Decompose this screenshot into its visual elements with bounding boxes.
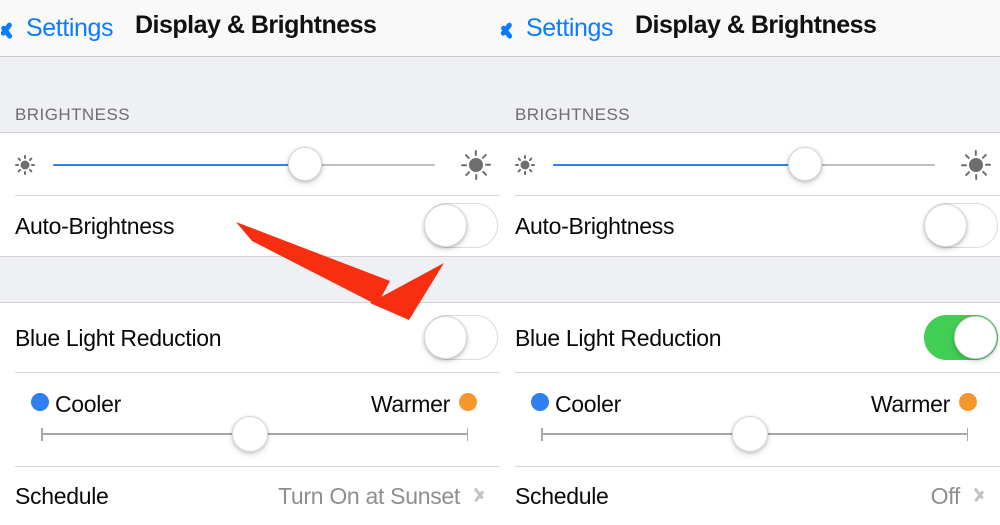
blue-light-reduction-label: Blue Light Reduction — [515, 325, 722, 351]
brightness-slider-fill — [553, 164, 806, 166]
track-end-cap-left — [41, 427, 43, 441]
schedule-row[interactable]: Schedule Off — [500, 467, 1000, 525]
brightness-slider[interactable] — [0, 133, 500, 196]
brightness-slider-thumb[interactable] — [788, 147, 823, 181]
back-button-label: Settings — [526, 13, 614, 42]
page-title: Display & Brightness — [635, 11, 877, 39]
schedule-row[interactable]: Schedule Turn On at Sunset — [0, 467, 500, 525]
auto-brightness-label: Auto-Brightness — [15, 213, 175, 239]
track-end-cap-right — [966, 427, 968, 441]
color-temperature-slider-thumb[interactable] — [732, 416, 769, 452]
auto-brightness-toggle[interactable] — [424, 203, 498, 248]
blue-light-reduction-toggle[interactable] — [924, 315, 998, 360]
toggle-knob — [424, 316, 467, 359]
sun-small-icon — [512, 152, 538, 178]
schedule-label: Schedule — [15, 483, 109, 509]
auto-brightness-label: Auto-Brightness — [515, 213, 675, 239]
auto-brightness-row[interactable]: Auto-Brightness — [500, 196, 1000, 256]
toggle-knob — [424, 204, 467, 247]
auto-brightness-row[interactable]: Auto-Brightness — [0, 196, 500, 256]
brightness-slider-fill — [53, 164, 306, 166]
schedule-value: Turn On at Sunset — [278, 483, 460, 509]
blue-light-reduction-label: Blue Light Reduction — [15, 325, 222, 351]
cooler-label: Cooler — [55, 391, 121, 417]
auto-brightness-toggle[interactable] — [924, 203, 998, 248]
warmer-label: Warmer — [870, 391, 950, 417]
settings-panel-left: Settings Display & Brightness BRIGHTNESS — [0, 0, 500, 525]
section-gap — [500, 256, 1000, 303]
blue-light-reduction-row[interactable]: Blue Light Reduction — [0, 303, 500, 373]
section-header-brightness: BRIGHTNESS — [515, 105, 631, 124]
cooler-dot-icon — [31, 393, 49, 411]
color-temperature-row: Cooler Warmer — [500, 373, 1000, 467]
warmer-dot-icon — [959, 393, 977, 411]
back-button-label: Settings — [26, 13, 114, 42]
screenshot-root: Settings Display & Brightness BRIGHTNESS — [0, 0, 1000, 525]
schedule-value: Off — [930, 483, 961, 509]
schedule-label: Schedule — [515, 483, 609, 509]
brightness-slider-track[interactable] — [53, 164, 435, 166]
section-header-brightness: BRIGHTNESS — [15, 105, 131, 124]
brightness-slider-row — [500, 133, 1000, 196]
brightness-section-header-area: BRIGHTNESS — [0, 57, 500, 133]
brightness-slider-thumb[interactable] — [288, 147, 323, 181]
chevron-left-icon — [508, 15, 523, 41]
chevron-right-icon — [974, 483, 986, 505]
color-temperature-row: Cooler Warmer — [0, 373, 500, 467]
toggle-knob — [954, 316, 997, 359]
brightness-slider-track[interactable] — [553, 164, 935, 166]
warmer-label: Warmer — [370, 391, 450, 417]
sun-small-icon — [12, 152, 38, 178]
track-end-cap-right — [466, 427, 468, 441]
warmer-dot-icon — [459, 393, 477, 411]
temperature-legend: Cooler Warmer — [0, 391, 500, 417]
page-title: Display & Brightness — [135, 11, 377, 39]
chevron-right-icon — [474, 483, 486, 505]
cooler-label: Cooler — [555, 391, 621, 417]
blue-light-reduction-row[interactable]: Blue Light Reduction — [500, 303, 1000, 373]
color-temperature-slider-thumb[interactable] — [232, 416, 269, 452]
back-to-settings-button[interactable]: Settings — [8, 9, 114, 47]
navigation-bar: Settings Display & Brightness — [0, 0, 500, 57]
color-temperature-slider-track[interactable] — [541, 416, 968, 452]
navigation-bar: Settings Display & Brightness — [500, 0, 1000, 57]
blue-light-reduction-toggle[interactable] — [424, 315, 498, 360]
brightness-section-header-area: BRIGHTNESS — [500, 57, 1000, 133]
temperature-legend: Cooler Warmer — [500, 391, 1000, 417]
track-end-cap-left — [541, 427, 543, 441]
color-temperature-slider-track[interactable] — [41, 416, 468, 452]
sun-large-icon — [958, 147, 994, 183]
cooler-dot-icon — [531, 393, 549, 411]
sun-large-icon — [458, 147, 494, 183]
section-gap — [0, 256, 500, 303]
settings-panel-right: Settings Display & Brightness BRIGHTNESS — [500, 0, 1000, 525]
chevron-left-icon — [8, 15, 23, 41]
brightness-slider[interactable] — [500, 133, 1000, 196]
brightness-slider-row — [0, 133, 500, 196]
toggle-knob — [924, 204, 967, 247]
back-to-settings-button[interactable]: Settings — [508, 9, 614, 47]
